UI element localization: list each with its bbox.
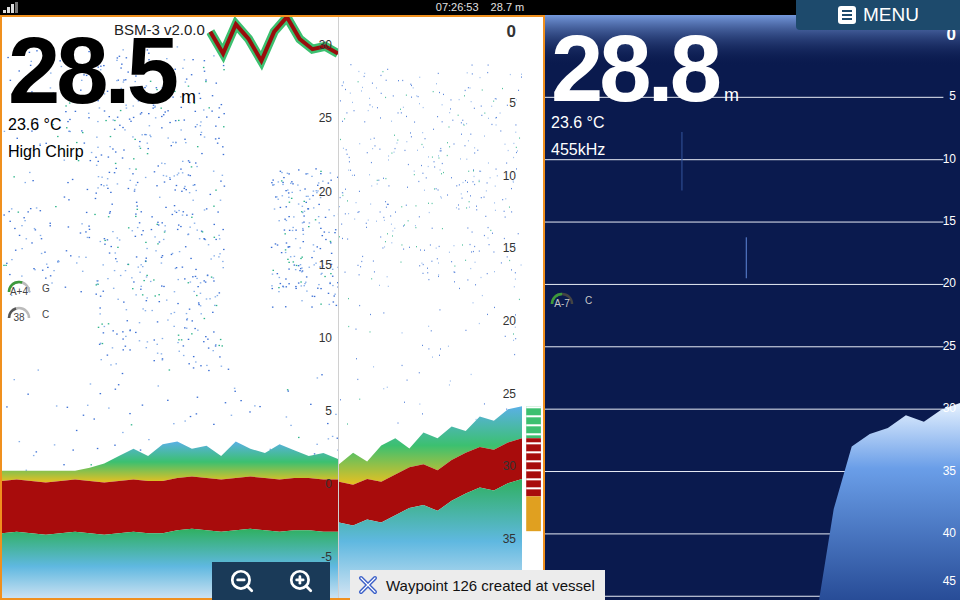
zoom-out-button[interactable] xyxy=(227,566,257,596)
zoom-sonar-panel[interactable]: 0 5 10 15 20 25 30 35 xyxy=(339,17,522,598)
depth-tick: 20 xyxy=(319,186,332,199)
panel-area: 302520151050-528.5m23.6 °CHigh ChirpBSM-… xyxy=(0,15,960,600)
depth-grid-line xyxy=(545,346,943,347)
gauge-list: A-7C xyxy=(549,291,592,309)
depth-unit: m xyxy=(181,87,196,108)
depth-tick: 5 xyxy=(509,98,516,111)
zoom-in-button[interactable] xyxy=(286,566,316,596)
depth-tick: 15 xyxy=(503,243,516,256)
gain-gauge[interactable]: A+4G xyxy=(6,279,50,297)
depth-tick: 30 xyxy=(503,461,516,474)
depth-tick: 0 xyxy=(507,22,516,41)
menu-button[interactable]: MENU xyxy=(796,0,960,30)
gain-gauge[interactable]: A-7C xyxy=(549,291,592,309)
depth-tick: 20 xyxy=(943,278,956,291)
depth-value: 28.8 xyxy=(551,29,718,109)
depth-readout: 28.8 m 23.6 °C455kHz xyxy=(551,29,739,163)
frequency-label: High Chirp xyxy=(8,138,196,165)
depth-tick: 25 xyxy=(943,340,956,353)
menu-list-icon xyxy=(837,5,857,25)
menu-label: MENU xyxy=(863,4,919,26)
depth-tick: 5 xyxy=(325,406,332,419)
waypoint-toast: Waypoint 126 created at vessel xyxy=(350,570,605,600)
status-time: 07:26:53 xyxy=(436,0,479,15)
water-temperature: 23.6 °C xyxy=(8,111,196,138)
depth-readout: 28.5 m 23.6 °CHigh Chirp xyxy=(8,31,196,165)
depth-value: 28.5 xyxy=(8,31,175,111)
zoom-in-icon xyxy=(288,568,314,594)
depth-grid-line xyxy=(545,284,943,285)
depth-unit: m xyxy=(724,85,739,106)
depth-tick: 10 xyxy=(503,170,516,183)
depth-tick: 25 xyxy=(319,113,332,126)
depth-tick: 35 xyxy=(503,533,516,546)
status-depth: 28.7 m xyxy=(491,0,525,15)
zoom-out-icon xyxy=(229,568,255,594)
toast-message: Waypoint 126 created at vessel xyxy=(386,577,595,594)
depth-tick: 35 xyxy=(943,465,956,478)
depth-tick: 15 xyxy=(319,259,332,272)
chirp-sonar-panel[interactable]: 302520151050-528.5m23.6 °CHigh ChirpBSM-… xyxy=(2,17,339,598)
sonar-screen: 07:26:5328.7 m302520151050-528.5m23.6 °C… xyxy=(0,0,960,600)
depth-tick: 30 xyxy=(943,403,956,416)
module-version: BSM-3 v2.0.0 xyxy=(112,21,207,38)
surface-trace xyxy=(210,17,338,61)
depth-tick: 45 xyxy=(943,576,956,589)
amplitude-strip-column xyxy=(522,17,543,598)
depth-grid-line xyxy=(545,222,943,223)
depth-tick: 10 xyxy=(943,153,956,166)
depth-tick: 15 xyxy=(943,215,956,228)
echogram xyxy=(339,17,522,598)
depth-tick: 0 xyxy=(325,479,332,492)
depth-tick: 10 xyxy=(319,332,332,345)
fish-echo xyxy=(2,441,338,482)
waypoint-cross-icon xyxy=(358,575,378,595)
gauge-list: A+4G 38C xyxy=(6,279,50,323)
water-temperature: 23.6 °C xyxy=(551,109,739,136)
gain-gauge[interactable]: 38C xyxy=(6,305,50,323)
depth-grid-line xyxy=(545,409,943,410)
depth-tick: 5 xyxy=(949,91,956,104)
depth-tick: 30 xyxy=(319,40,332,53)
depth-grid-line xyxy=(545,159,943,160)
frequency-label: 455kHz xyxy=(551,136,739,163)
depth-tick: 20 xyxy=(503,315,516,328)
signal-icon xyxy=(3,2,19,13)
depth-tick: 25 xyxy=(503,388,516,401)
amplitude-strip xyxy=(522,17,543,598)
bottom-echo xyxy=(2,477,338,535)
depth-tick: 40 xyxy=(943,527,956,540)
downscan-sonar-panel[interactable]: 05101520253035404528.8m23.6 °C455kHzA-7C xyxy=(545,15,960,600)
chirp-view-frame[interactable]: 302520151050-528.5m23.6 °CHigh ChirpBSM-… xyxy=(0,15,545,600)
zoom-controls xyxy=(212,562,330,600)
bottom-echo xyxy=(545,403,960,600)
